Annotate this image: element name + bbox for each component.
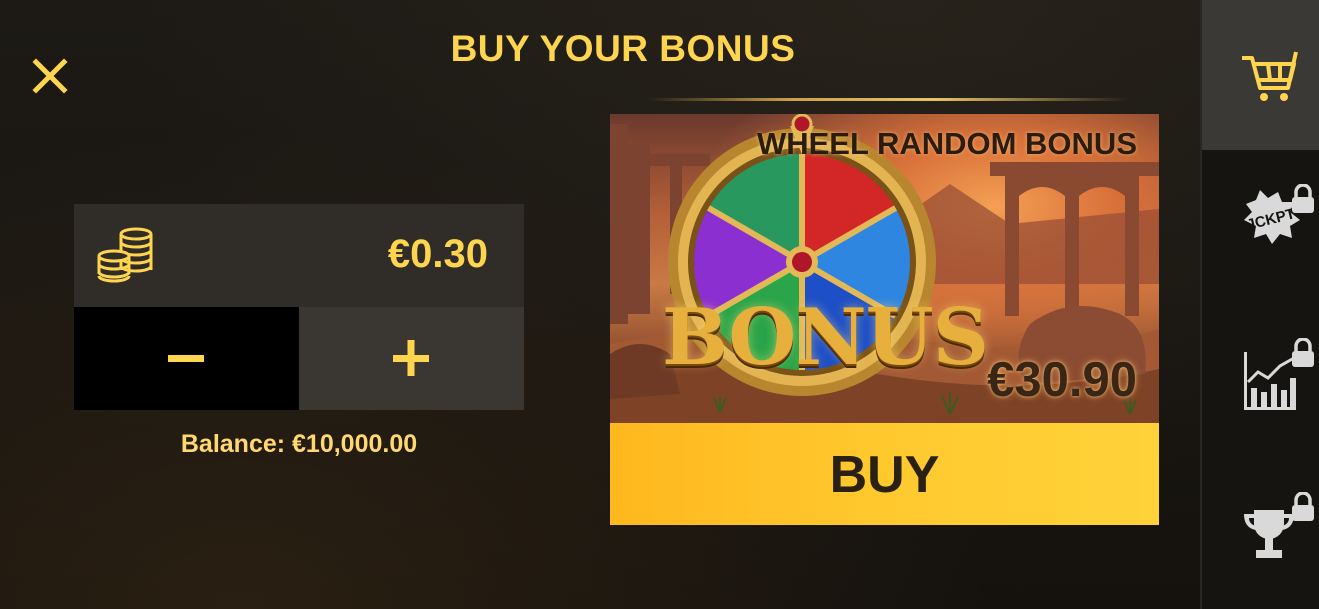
bonus-card: BONUS WHEEL RANDOM BONUS €30.90	[610, 114, 1159, 423]
lock-icon	[1292, 338, 1314, 367]
title-divider	[648, 98, 1128, 101]
minus-icon	[168, 355, 204, 362]
lock-icon	[1292, 492, 1314, 521]
bet-value: €0.30	[387, 232, 488, 276]
close-icon	[32, 58, 68, 94]
decrease-bet-button[interactable]	[74, 307, 299, 410]
sidebar-item-jackpot[interactable]: JCKPT	[1202, 152, 1319, 302]
bet-display: €0.30	[74, 204, 524, 307]
coins-icon	[97, 227, 153, 283]
bonus-title: WHEEL RANDOM BONUS	[756, 126, 1137, 161]
close-button[interactable]	[30, 56, 70, 96]
page-title: BUY YOUR BONUS	[450, 28, 796, 69]
sidebar-item-buy-bonus[interactable]	[1202, 0, 1319, 150]
increase-bet-button[interactable]	[299, 307, 524, 410]
bonus-price: €30.90	[987, 353, 1137, 407]
bonus-logo: BONUS	[662, 292, 989, 383]
balance-text: Balance: €10,000.00	[180, 430, 418, 458]
buy-button[interactable]: BUY	[610, 423, 1159, 525]
plus-icon	[393, 340, 429, 376]
sidebar-item-stats[interactable]	[1202, 302, 1319, 452]
buy-button-label: BUY	[829, 446, 940, 504]
shopping-cart-icon	[1242, 51, 1298, 101]
sidebar-item-trophy[interactable]	[1202, 452, 1319, 602]
sidebar: JCKPT	[1200, 0, 1319, 609]
lock-icon	[1292, 184, 1314, 213]
